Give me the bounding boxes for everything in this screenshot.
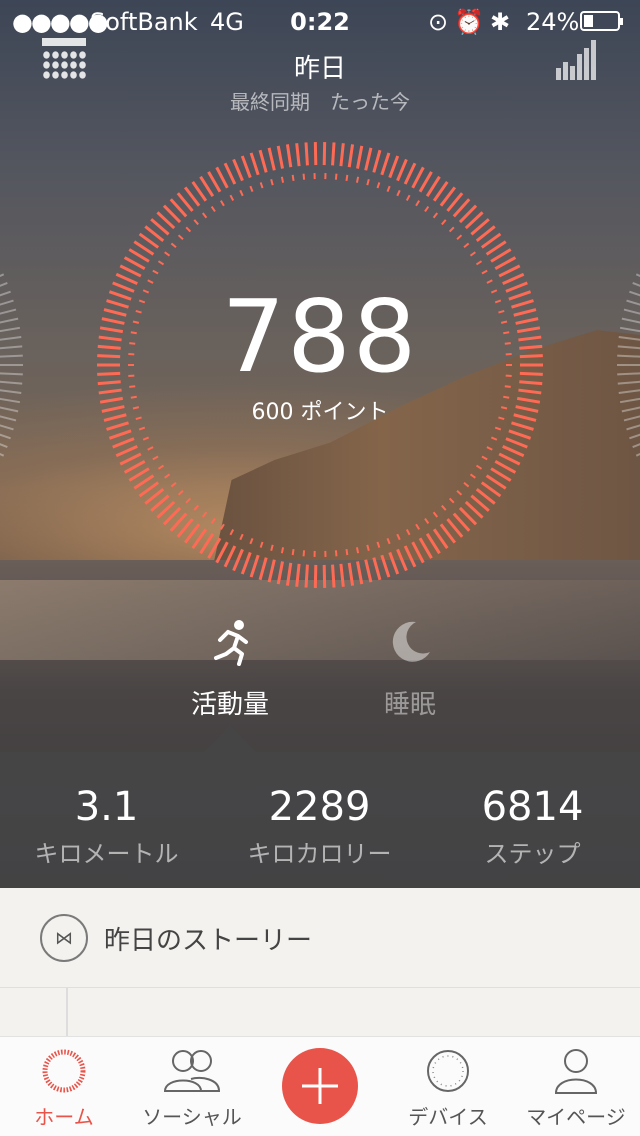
tab-mypage[interactable]: マイページ	[512, 1037, 640, 1136]
device-icon	[427, 1050, 469, 1092]
sleep-label: 睡眠	[383, 690, 436, 720]
bowtie-icon: ⋈	[40, 914, 88, 962]
battery-icon	[580, 11, 623, 31]
stats-panel: 3.1 キロメートル 2289 キロカロリー 6814 ステップ	[0, 752, 640, 888]
goal-points: 600 ポイント	[251, 400, 389, 425]
distance-stat: 3.1 キロメートル	[0, 784, 213, 869]
people-icon	[163, 1050, 221, 1092]
tab-home[interactable]: ホーム	[0, 1037, 128, 1136]
tab-mypage-label: マイページ	[526, 1105, 626, 1129]
selection-notch	[204, 726, 256, 752]
activity-label: 活動量	[190, 690, 269, 720]
status-icons: ⊙⏰✱	[428, 8, 517, 36]
activity-mode-button[interactable]: 活動量	[170, 618, 290, 721]
status-bar: ●●●●● SoftBank 4G 0:22 ⊙⏰✱ 24%	[0, 0, 640, 40]
battery-percent: 24%	[526, 8, 580, 36]
tab-social-label: ソーシャル	[142, 1105, 242, 1129]
activity-score: 788	[221, 278, 419, 395]
steps-value: 6814	[481, 784, 584, 830]
home-ring-icon	[42, 1049, 86, 1093]
moon-icon	[392, 621, 430, 662]
calories-label: キロカロリー	[247, 840, 392, 868]
distance-value: 3.1	[74, 784, 139, 830]
distance-label: キロメートル	[34, 840, 179, 868]
story-title: 昨日のストーリー	[104, 926, 313, 956]
page-title: 昨日	[293, 54, 346, 84]
tab-devices-label: デバイス	[408, 1105, 488, 1129]
running-icon	[214, 620, 248, 666]
calories-stat: 2289 キロカロリー	[213, 784, 426, 869]
last-sync-text: 最終同期 たった今	[230, 90, 410, 114]
story-timeline	[0, 988, 640, 1036]
steps-stat: 6814 ステップ	[426, 784, 639, 869]
calories-value: 2289	[268, 784, 371, 830]
tab-home-label: ホーム	[34, 1105, 94, 1129]
sleep-mode-button[interactable]: 睡眠	[350, 618, 470, 721]
steps-label: ステップ	[484, 840, 581, 868]
story-row[interactable]: ⋈ 昨日のストーリー	[0, 888, 640, 988]
person-icon	[554, 1049, 598, 1094]
tab-devices[interactable]: デバイス	[384, 1037, 512, 1136]
plus-icon	[302, 1068, 338, 1104]
add-button[interactable]	[282, 1048, 358, 1124]
tab-social[interactable]: ソーシャル	[128, 1037, 256, 1136]
